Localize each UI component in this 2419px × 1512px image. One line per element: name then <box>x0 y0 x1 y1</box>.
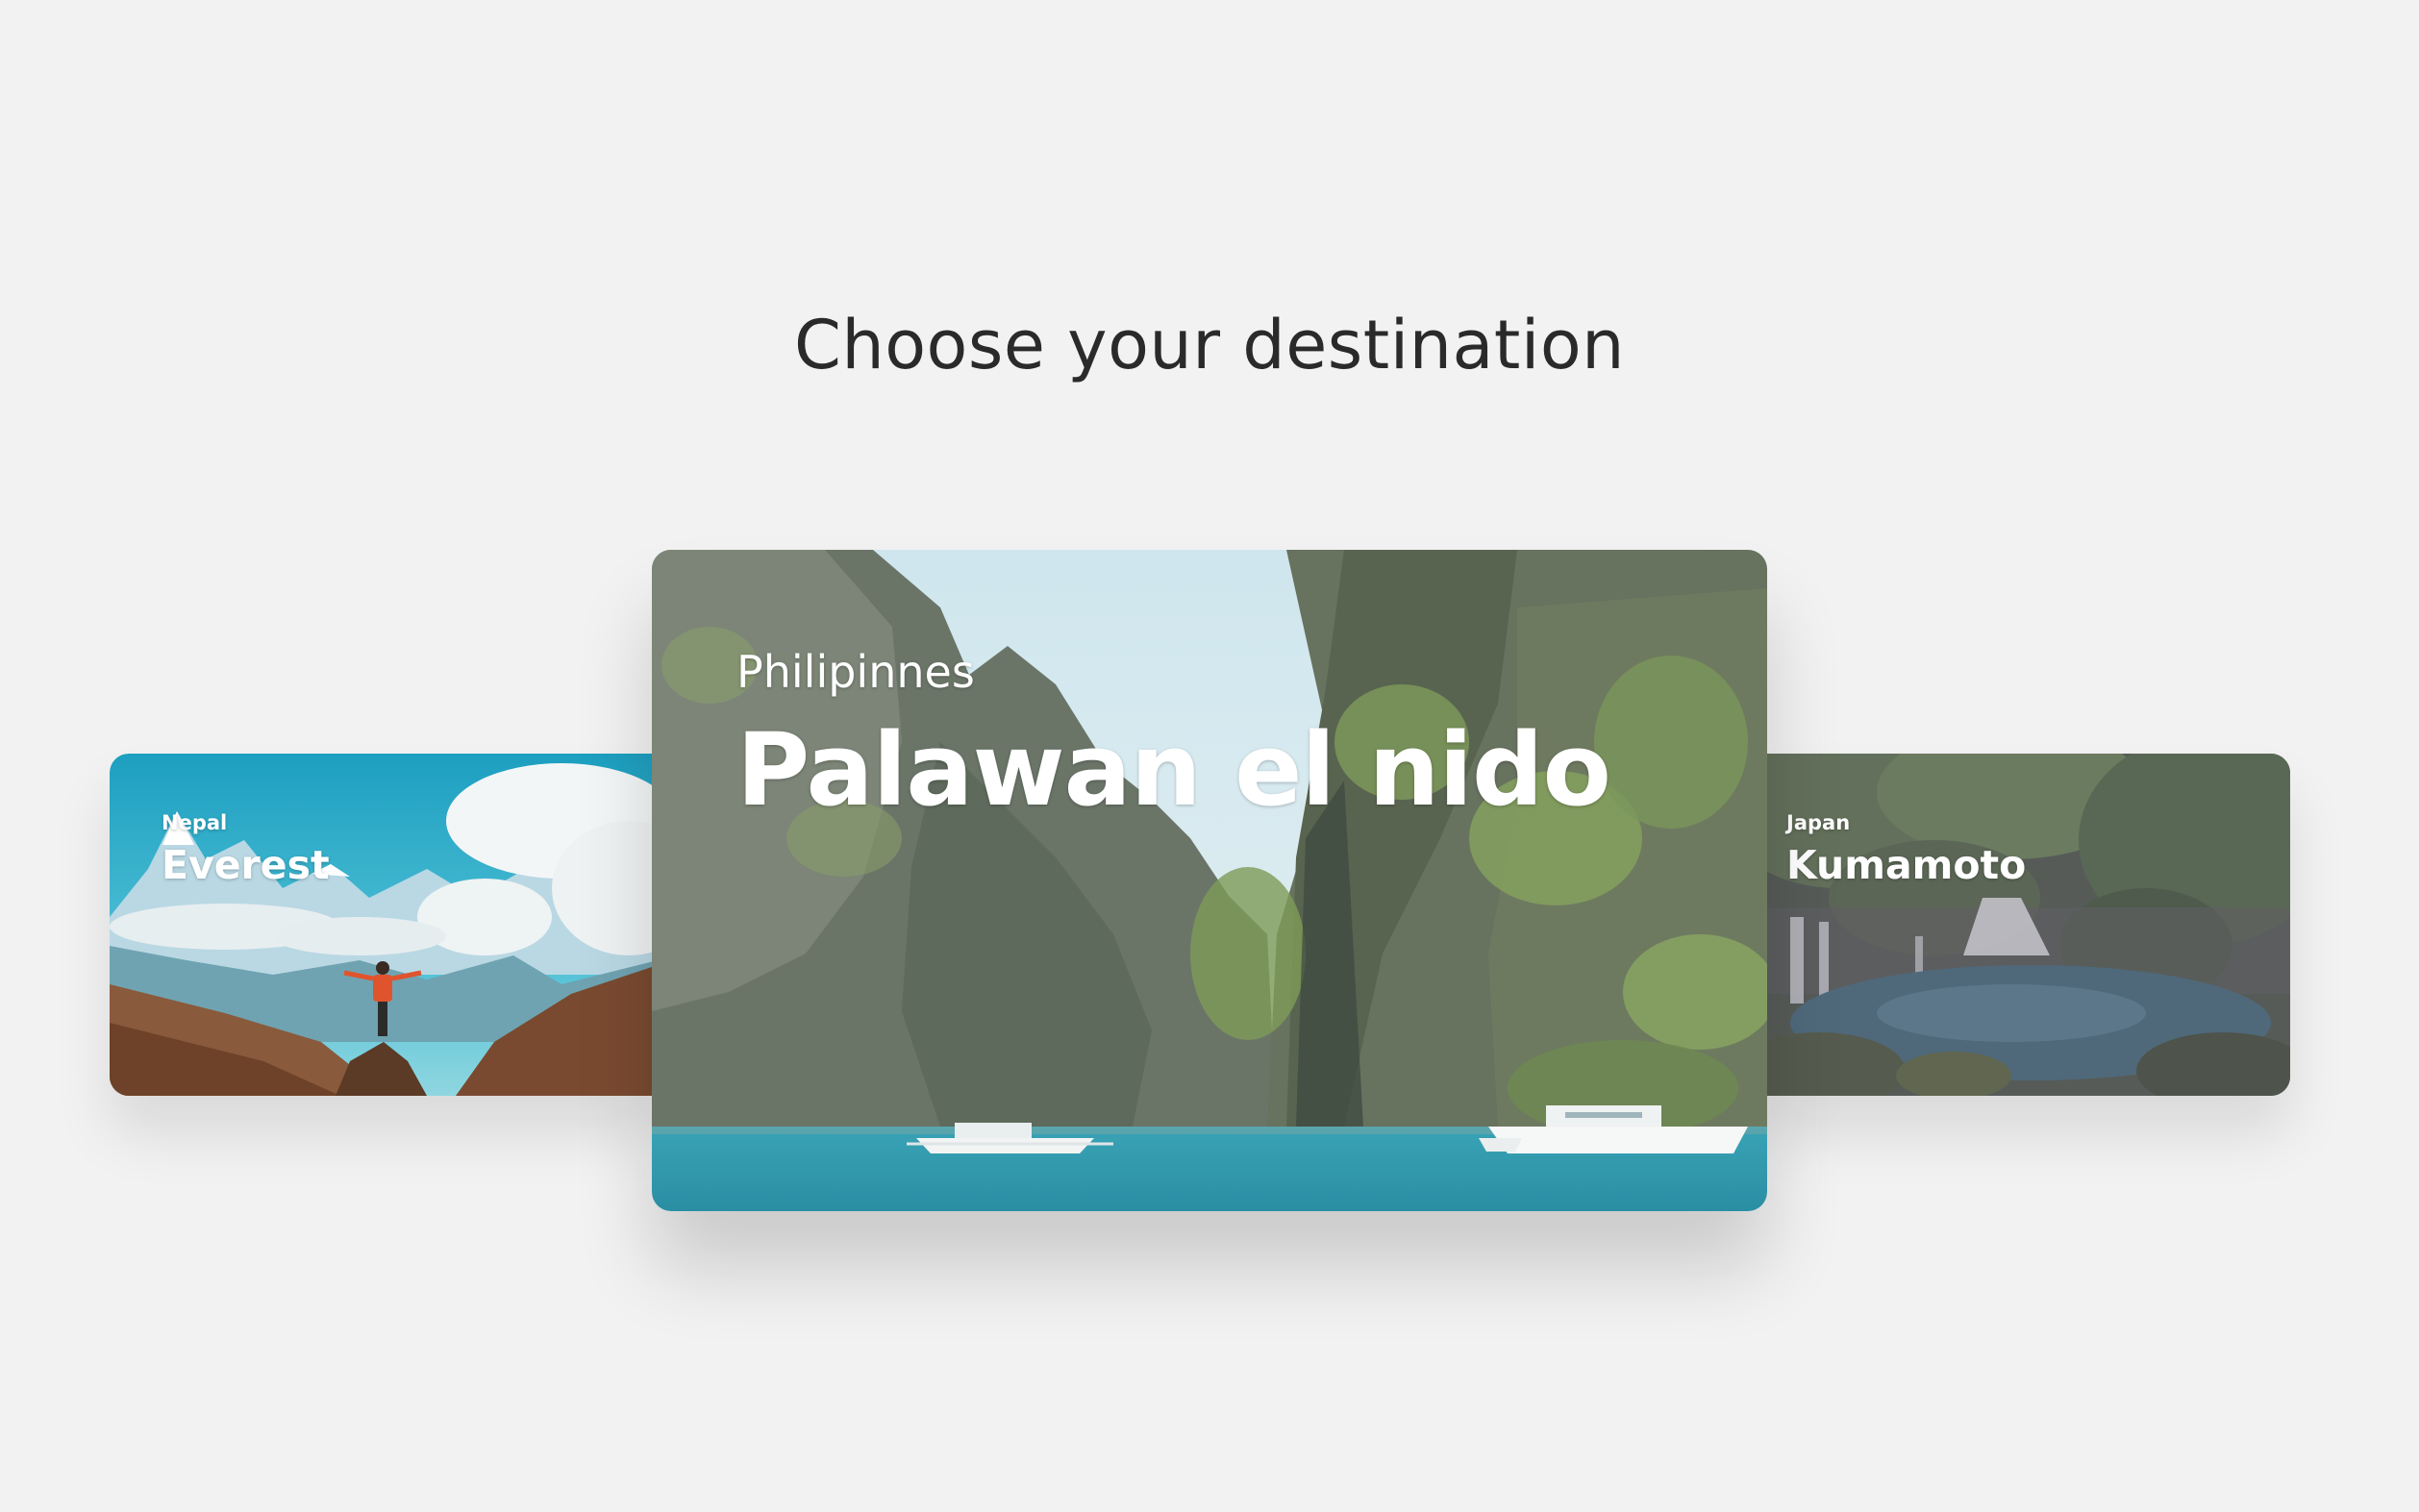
destination-card-kumamoto[interactable]: Japan Kumamoto <box>1761 754 2290 1096</box>
everest-photo <box>110 754 658 1096</box>
destination-country: Japan <box>1786 811 1851 834</box>
destination-card-palawan[interactable]: Philipinnes Palawan el nido <box>652 550 1767 1211</box>
destination-name: Kumamoto <box>1786 842 2027 888</box>
destination-name: Palawan el nido <box>736 711 1611 829</box>
destination-country: Nepal <box>162 811 228 834</box>
destination-country: Philipinnes <box>736 646 975 698</box>
destination-name: Everest <box>162 842 330 888</box>
destination-card-everest[interactable]: Nepal Everest <box>110 754 658 1096</box>
page-title: Choose your destination <box>793 306 1626 384</box>
kumamoto-photo <box>1761 754 2290 1096</box>
